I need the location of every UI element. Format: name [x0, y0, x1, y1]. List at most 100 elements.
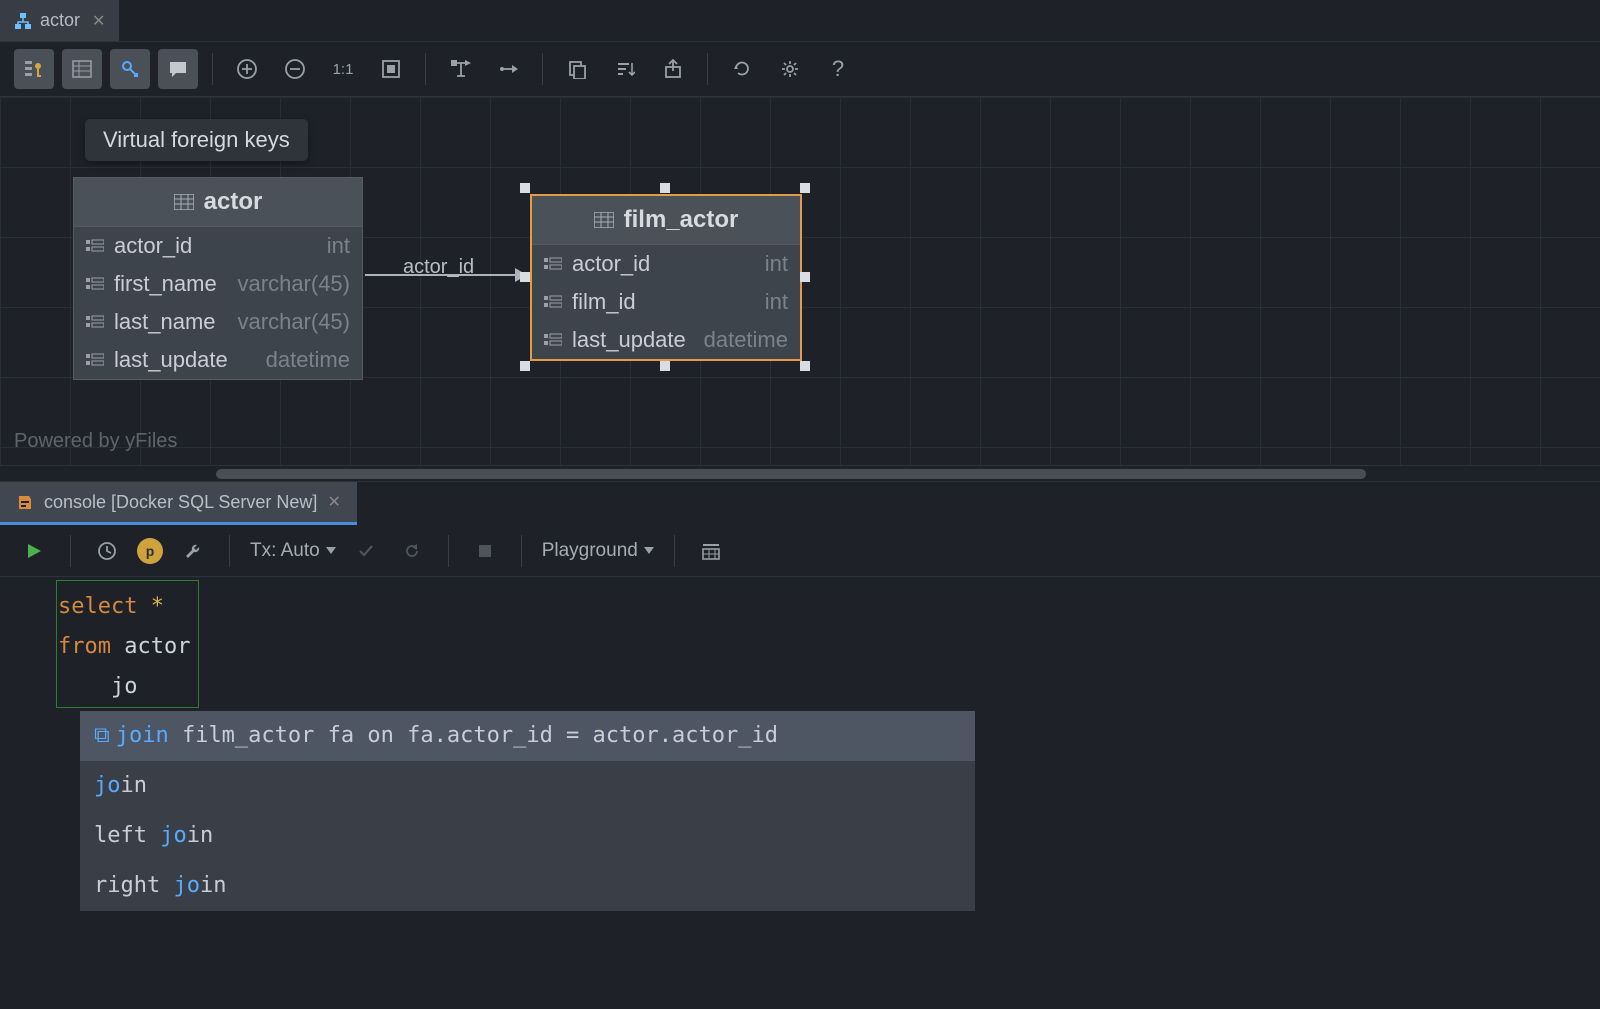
stop-button[interactable] — [469, 535, 501, 567]
column-row[interactable]: first_name varchar(45) — [74, 265, 362, 303]
relation-label: actor_id — [403, 256, 474, 279]
tooltip: Virtual foreign keys — [85, 119, 308, 161]
close-icon[interactable]: ✕ — [92, 11, 105, 31]
entity-film-actor[interactable]: film_actor actor_id int film_id int last… — [530, 194, 802, 361]
autocomplete-item[interactable]: right join — [80, 861, 975, 911]
entity-header: actor — [74, 178, 362, 227]
entity-name: actor — [204, 188, 263, 216]
column-type: int — [327, 233, 350, 259]
column-type: int — [765, 251, 788, 277]
entity-header: film_actor — [532, 196, 800, 245]
statement-highlight — [56, 580, 199, 708]
autocomplete-item[interactable]: join — [80, 761, 975, 811]
copy-button[interactable] — [557, 49, 597, 89]
column-name: actor_id — [572, 251, 650, 277]
key-columns-button[interactable] — [14, 49, 54, 89]
column-name: last_update — [572, 327, 686, 353]
column-type: varchar(45) — [238, 271, 350, 297]
column-row[interactable]: last_update datetime — [74, 341, 362, 379]
diagram-tab[interactable]: actor ✕ — [0, 0, 119, 41]
diagram-tab-label: actor — [40, 10, 80, 31]
settings-button[interactable] — [770, 49, 810, 89]
console-tab-bar: console [Docker SQL Server New] ✕ — [0, 481, 1600, 525]
diagram-toolbar: 1:1 ? — [0, 42, 1600, 97]
column-name: last_update — [114, 347, 228, 373]
column-name: last_name — [114, 309, 216, 335]
column-type: varchar(45) — [238, 309, 350, 335]
diagram-canvas[interactable]: Virtual foreign keys actor actor_id int … — [0, 97, 1600, 465]
close-icon[interactable]: ✕ — [327, 492, 340, 512]
code-line: select * — [58, 587, 1600, 627]
export-button[interactable] — [653, 49, 693, 89]
diagram-tab-icon — [14, 12, 32, 30]
resize-handle[interactable] — [520, 183, 530, 193]
column-row[interactable]: actor_id int — [74, 227, 362, 265]
column-icon — [544, 294, 562, 310]
column-name: film_id — [572, 289, 636, 315]
zoom-in-button[interactable] — [227, 49, 267, 89]
run-button[interactable] — [18, 535, 50, 567]
column-icon — [86, 352, 104, 368]
join-suggestion-icon: ⧉ — [94, 723, 110, 748]
console-toolbar: p Tx: Auto Playground — [0, 525, 1600, 577]
commit-button[interactable] — [350, 535, 382, 567]
entity-actor[interactable]: actor actor_id int first_name varchar(45… — [73, 177, 363, 380]
sql-editor[interactable]: select * from actor jo ⧉join film_actor … — [0, 577, 1600, 911]
all-columns-button[interactable] — [62, 49, 102, 89]
column-type: datetime — [704, 327, 788, 353]
sort-button[interactable] — [605, 49, 645, 89]
column-icon — [544, 332, 562, 348]
console-tab-label: console [Docker SQL Server New] — [44, 492, 317, 513]
column-row[interactable]: last_name varchar(45) — [74, 303, 362, 341]
layout-button[interactable] — [440, 49, 480, 89]
route-button[interactable] — [488, 49, 528, 89]
help-button[interactable]: ? — [818, 49, 858, 89]
wrench-button[interactable] — [177, 535, 209, 567]
column-name: actor_id — [114, 233, 192, 259]
code-line: from actor — [58, 627, 1600, 667]
autocomplete-item[interactable]: left join — [80, 811, 975, 861]
column-name: first_name — [114, 271, 217, 297]
console-icon — [16, 493, 34, 511]
powered-by-label: Powered by yFiles — [14, 430, 177, 453]
column-type: datetime — [266, 347, 350, 373]
fit-content-button[interactable] — [371, 49, 411, 89]
column-row[interactable]: actor_id int — [532, 245, 800, 283]
resize-handle[interactable] — [520, 361, 530, 371]
resize-handle[interactable] — [660, 183, 670, 193]
table-icon — [594, 212, 614, 228]
zoom-out-button[interactable] — [275, 49, 315, 89]
column-icon — [86, 314, 104, 330]
pk-column-icon — [86, 238, 104, 254]
zoom-actual-button[interactable]: 1:1 — [323, 49, 363, 89]
autocomplete-item[interactable]: ⧉join film_actor fa on fa.actor_id = act… — [80, 711, 975, 761]
comments-button[interactable] — [158, 49, 198, 89]
chevron-down-icon — [644, 547, 654, 555]
resize-handle[interactable] — [520, 272, 530, 282]
quick-list-button[interactable] — [695, 535, 727, 567]
column-icon — [544, 256, 562, 272]
rollback-button[interactable] — [396, 535, 428, 567]
console-tab[interactable]: console [Docker SQL Server New] ✕ — [0, 482, 357, 525]
column-row[interactable]: last_update datetime — [532, 321, 800, 359]
resize-handle[interactable] — [800, 361, 810, 371]
autocomplete-popup[interactable]: ⧉join film_actor fa on fa.actor_id = act… — [80, 711, 975, 911]
playground-dropdown[interactable]: Playground — [542, 540, 654, 562]
resize-handle[interactable] — [800, 272, 810, 282]
table-icon — [174, 194, 194, 210]
virtual-foreign-keys-button[interactable] — [110, 49, 150, 89]
schema-selector-button[interactable]: p — [137, 538, 163, 564]
code-line: jo — [58, 667, 1600, 707]
tx-mode-dropdown[interactable]: Tx: Auto — [250, 540, 336, 562]
column-type: int — [765, 289, 788, 315]
refresh-button[interactable] — [722, 49, 762, 89]
history-button[interactable] — [91, 535, 123, 567]
diagram-tab-bar: actor ✕ — [0, 0, 1600, 42]
scrollbar-thumb[interactable] — [216, 469, 1366, 479]
entity-name: film_actor — [624, 206, 739, 234]
resize-handle[interactable] — [800, 183, 810, 193]
horizontal-scrollbar[interactable] — [0, 465, 1600, 481]
column-row[interactable]: film_id int — [532, 283, 800, 321]
chevron-down-icon — [326, 547, 336, 555]
resize-handle[interactable] — [660, 361, 670, 371]
